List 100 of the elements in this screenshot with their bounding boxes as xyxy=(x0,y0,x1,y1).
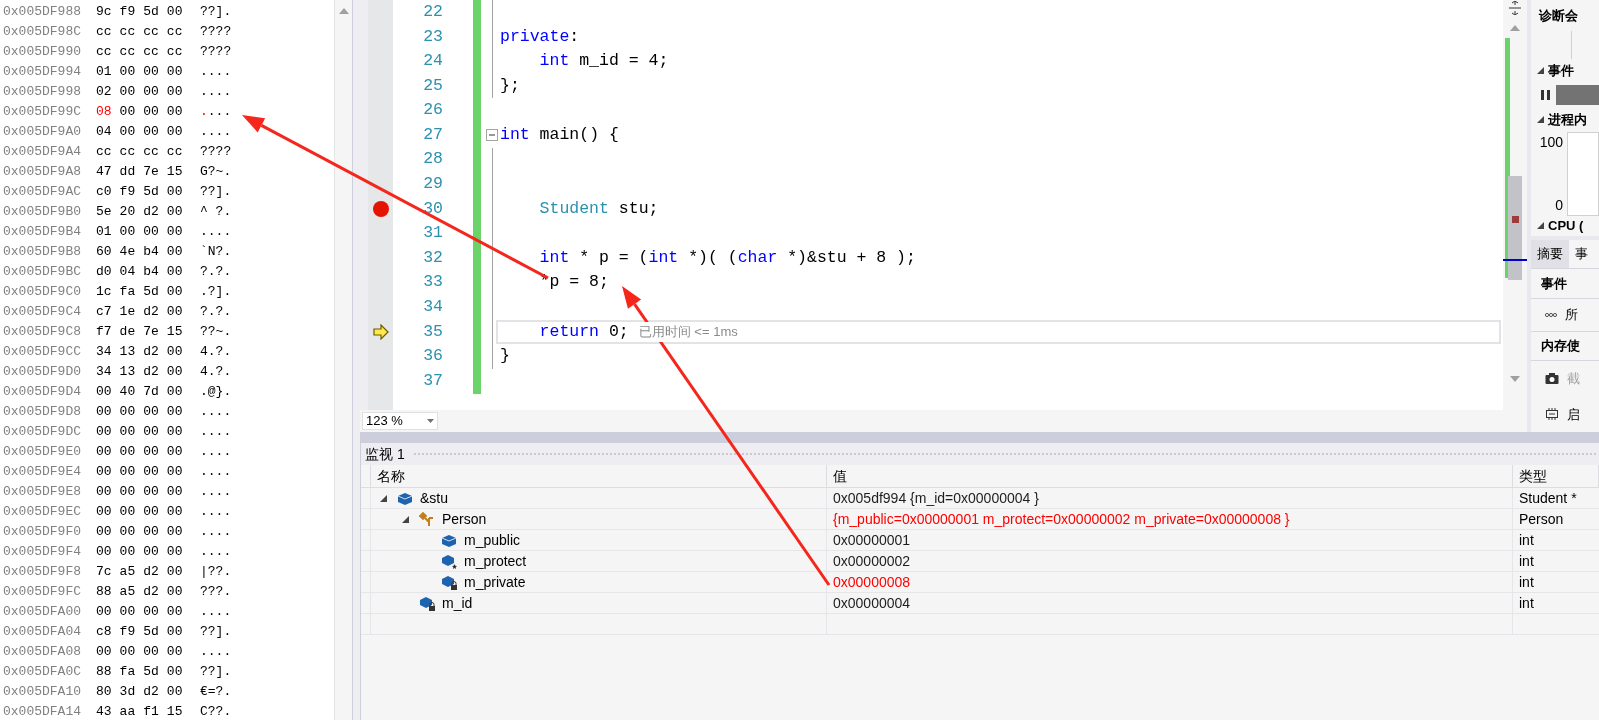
memory-address: 0x005DFA04 xyxy=(2,623,82,642)
memory-ascii: ??~. xyxy=(200,323,232,342)
memory-address: 0x005DF9A8 xyxy=(2,163,82,182)
memory-byte: 00 xyxy=(119,403,136,422)
memory-ascii: .... xyxy=(200,643,232,662)
memory-ascii: ?.?. xyxy=(200,263,232,282)
memory-byte: 04 xyxy=(119,263,136,282)
split-icon[interactable] xyxy=(1509,1,1521,15)
memory-byte: 00 xyxy=(143,123,159,142)
tab[interactable]: 摘要 xyxy=(1531,239,1569,269)
cube-icon xyxy=(397,490,413,507)
memory-byte: 1c xyxy=(96,283,112,302)
memory-byte: 5d xyxy=(143,283,159,302)
memory-address: 0x005DF990 xyxy=(2,43,82,62)
scrollbar[interactable] xyxy=(334,0,352,720)
memory-byte: d2 xyxy=(143,583,159,602)
memory-byte: 00 xyxy=(166,283,183,302)
memory-byte: 00 xyxy=(143,423,159,442)
memory-byte: 01 xyxy=(96,223,112,242)
memory-ascii: ??]. xyxy=(200,3,232,22)
panel-title: 诊断会 xyxy=(1537,6,1579,25)
memory-ascii: ??]. xyxy=(200,183,232,202)
section-label: 进程内 xyxy=(1548,111,1587,129)
memory-ascii: 4.?. xyxy=(200,363,232,382)
tab[interactable]: 事 xyxy=(1569,239,1594,269)
code-line: return 0; xyxy=(538,320,629,343)
memory-byte: aa xyxy=(119,703,136,720)
memory-byte: 00 xyxy=(96,383,112,402)
memory-byte: 00 xyxy=(166,483,183,502)
memory-address: 0x005DF9A4 xyxy=(2,143,82,162)
memory-byte: 13 xyxy=(119,363,136,382)
column-header[interactable]: 值 xyxy=(827,465,1513,487)
memory-byte: 00 xyxy=(143,523,159,542)
memory-byte: 00 xyxy=(119,523,136,542)
memory-byte: 00 xyxy=(166,103,183,122)
cube-lock-icon xyxy=(441,574,457,591)
memory-byte: 00 xyxy=(166,203,183,222)
editor-scrollbar[interactable] xyxy=(1503,0,1527,410)
memory-byte: 00 xyxy=(119,83,136,102)
memory-ascii: .... xyxy=(200,103,232,122)
memory-address: 0x005DF9B0 xyxy=(2,203,82,222)
column-header[interactable]: 类型 xyxy=(1513,465,1599,487)
cube-icon xyxy=(441,532,457,549)
memory-ascii: ??]. xyxy=(200,623,232,642)
memory-ascii: ???? xyxy=(200,23,232,42)
memory-address: 0x005DF988 xyxy=(2,3,82,22)
memory-byte: cc xyxy=(96,23,112,42)
variable-type: int xyxy=(1518,594,1535,613)
memory-byte: d2 xyxy=(143,683,159,702)
memory-byte: 34 xyxy=(96,363,112,382)
memory-byte: 00 xyxy=(143,443,159,462)
memory-byte: 00 xyxy=(143,483,159,502)
memory-ascii: .... xyxy=(200,83,232,102)
memory-byte: 13 xyxy=(119,343,136,362)
list-item[interactable]: 所 xyxy=(1565,304,1578,325)
memory-byte: 00 xyxy=(119,603,136,622)
collapse-icon[interactable] xyxy=(379,494,387,503)
memory-byte: 00 xyxy=(166,383,183,402)
memory-byte: 00 xyxy=(166,683,183,702)
memory-byte: cc xyxy=(166,143,183,162)
scroll-down-icon[interactable] xyxy=(1510,376,1520,382)
scroll-up-icon[interactable] xyxy=(1510,25,1520,31)
memory-ascii: ??]. xyxy=(200,663,232,682)
memory-byte: 15 xyxy=(166,703,183,720)
memory-ascii: 4.?. xyxy=(200,343,232,362)
memory-byte: d2 xyxy=(143,343,159,362)
scroll-thumb[interactable] xyxy=(1508,176,1522,280)
zoom-dropdown[interactable]: 123 % xyxy=(362,412,438,430)
collapse-icon[interactable] xyxy=(401,515,409,524)
memory-byte: cc xyxy=(143,43,159,62)
memory-byte: 47 xyxy=(96,163,112,182)
memory-address: 0x005DF99C xyxy=(2,103,82,122)
line-number: 27 xyxy=(423,123,443,146)
variable-name: m_protect xyxy=(464,552,527,571)
expand-icon xyxy=(1537,222,1544,230)
memory-ascii: .... xyxy=(200,523,232,542)
memory-address: 0x005DF9C4 xyxy=(2,303,82,322)
scroll-up-icon[interactable] xyxy=(338,8,349,14)
camera-icon xyxy=(1545,372,1559,386)
section-heading: 事件 xyxy=(1531,269,1599,299)
memory-ascii: ?.?. xyxy=(200,303,232,322)
memory-ascii: ???? xyxy=(200,143,232,162)
memory-byte: 7d xyxy=(143,383,159,402)
line-number: 36 xyxy=(423,345,443,368)
variable-value: 0x005df994 {m_id=0x00000004 } xyxy=(827,488,1513,509)
memory-address: 0x005DF9F8 xyxy=(2,563,82,582)
memory-byte: 34 xyxy=(96,343,112,362)
memory-address: 0x005DF9D4 xyxy=(2,383,82,402)
line-number: 33 xyxy=(423,271,443,294)
memory-byte: 1e xyxy=(119,303,136,322)
section-heading: 内存使 xyxy=(1531,331,1599,362)
expand-icon xyxy=(1537,116,1544,124)
memory-byte: 7e xyxy=(143,323,159,342)
variable-value: {m_public=0x00000001 m_protect=0x00000002 m_private=0x00000008 } xyxy=(827,509,1513,530)
action-link[interactable]: 启 xyxy=(1567,404,1580,425)
column-header[interactable]: 名称 xyxy=(371,465,827,487)
memory-byte: 3d xyxy=(119,683,136,702)
memory-byte: 00 xyxy=(119,463,136,482)
memory-byte: 00 xyxy=(166,643,183,662)
memory-byte: 00 xyxy=(96,443,112,462)
